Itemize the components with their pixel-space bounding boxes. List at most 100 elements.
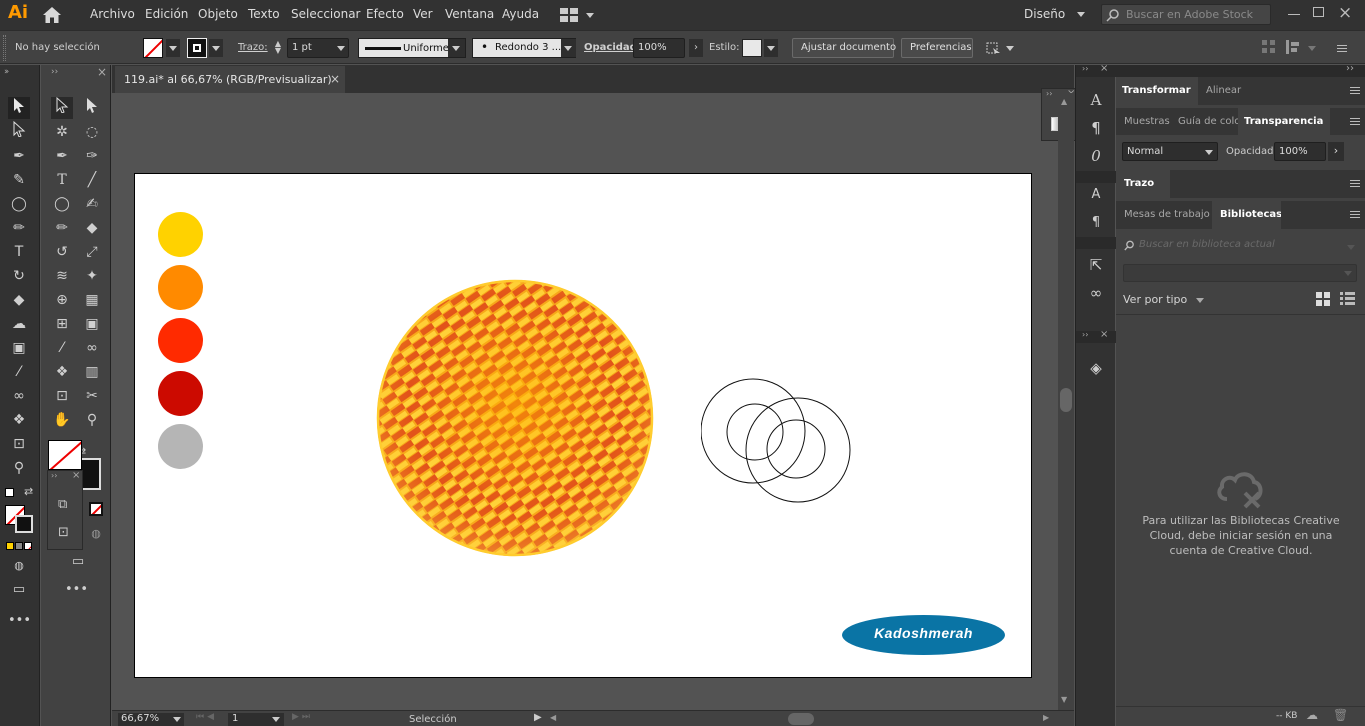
fit-document-button[interactable]: Ajustar documento: [792, 38, 896, 58]
links-icon[interactable]: ∞: [1086, 283, 1106, 303]
scroll-up-icon[interactable]: ▲: [1061, 97, 1067, 106]
vertical-scrollbar[interactable]: ▲ ▼: [1058, 93, 1074, 710]
width-tool-icon[interactable]: ≋: [51, 265, 73, 287]
pencil-tool-icon[interactable]: ✏: [51, 217, 73, 239]
close-icon[interactable]: ×: [1338, 3, 1352, 23]
blend-mode-select[interactable]: Normal: [1122, 142, 1218, 161]
stroke-stepper[interactable]: ▲ ▼: [272, 40, 284, 56]
swap-colors-icon[interactable]: ⇄: [24, 485, 33, 498]
fill-swatch[interactable]: [143, 38, 163, 58]
hand-tool-icon[interactable]: ✋: [51, 409, 73, 431]
swatch-circle-2[interactable]: [158, 265, 203, 310]
artboard-tool-icon[interactable]: ⊡: [8, 433, 30, 455]
grid-view-icon[interactable]: [1316, 292, 1331, 306]
chevron-right-icon[interactable]: ›: [689, 39, 703, 57]
close-icon[interactable]: ×: [97, 65, 107, 79]
chevron-right-icon[interactable]: ›: [1328, 142, 1344, 161]
align-icon[interactable]: [1262, 40, 1276, 54]
panel-menu-icon[interactable]: [1350, 87, 1360, 94]
draw-mode-icon[interactable]: ◍: [85, 523, 107, 545]
menu-select[interactable]: Seleccionar: [291, 7, 360, 21]
close-icon[interactable]: ×: [72, 470, 80, 481]
magic-wand-tool-icon[interactable]: ✲: [51, 121, 73, 143]
opentype-icon[interactable]: 0: [1086, 146, 1106, 166]
tab-color-guide[interactable]: Guía de colo: [1170, 108, 1238, 135]
perspective-grid-tool-icon[interactable]: ▦: [81, 289, 103, 311]
horizontal-scroll-thumb[interactable]: [788, 713, 814, 725]
style-dropdown[interactable]: [764, 39, 778, 57]
fill-dropdown[interactable]: [166, 39, 180, 57]
lasso-tool-icon[interactable]: ◌: [81, 121, 103, 143]
swatch-circle-1[interactable]: [158, 212, 203, 257]
status-menu-icon[interactable]: ▶: [534, 712, 542, 723]
stroke-swatch[interactable]: [187, 38, 207, 58]
expand-icon[interactable]: ››: [51, 471, 57, 480]
next-last-artboard-icon[interactable]: ▶⏭: [292, 712, 313, 722]
patterned-circle[interactable]: [375, 278, 655, 558]
arrange-documents-button[interactable]: [560, 8, 600, 22]
expand-icon[interactable]: ››: [1046, 89, 1052, 98]
direct-selection-tool-icon[interactable]: [81, 97, 103, 119]
selection-tool-icon[interactable]: [8, 97, 30, 119]
scroll-thumb[interactable]: [1060, 388, 1072, 412]
preferences-button[interactable]: Preferencias: [901, 38, 973, 58]
home-icon[interactable]: [42, 6, 62, 24]
warp-tool-icon[interactable]: ☁: [8, 313, 30, 335]
color-mode-icon[interactable]: [6, 542, 14, 550]
layers-icon[interactable]: ◈: [1086, 358, 1106, 378]
artboard-select[interactable]: 1: [228, 713, 284, 726]
tab-libraries[interactable]: Bibliotecas: [1212, 201, 1282, 229]
tab-align[interactable]: Alinear: [1198, 77, 1250, 105]
tab-swatches[interactable]: Muestras: [1116, 108, 1170, 135]
scroll-left-icon[interactable]: ◀: [550, 713, 556, 722]
cloud-sync-icon[interactable]: ☁: [1306, 708, 1318, 722]
rotate-tool-icon[interactable]: ↻: [8, 265, 30, 287]
opacity-field[interactable]: 100%: [633, 38, 685, 58]
paragraph-styles-icon[interactable]: ¶: [1086, 213, 1106, 233]
menu-icon[interactable]: [1337, 45, 1347, 52]
export-icon[interactable]: ⇱: [1086, 255, 1106, 275]
selection-tool-icon[interactable]: [51, 96, 73, 119]
stock-search-input[interactable]: Buscar en Adobe Stock: [1101, 4, 1271, 25]
swatch-circle-3[interactable]: [158, 318, 203, 363]
curvature-tool-icon[interactable]: ✎: [8, 169, 30, 191]
close-icon[interactable]: ×: [1100, 63, 1108, 74]
document-tab[interactable]: 119.ai* al 66,67% (RGB/Previsualizar) ×: [115, 66, 345, 93]
character-icon[interactable]: A: [1086, 90, 1106, 110]
add-anchor-tool-icon[interactable]: ✑: [81, 145, 103, 167]
paragraph-icon[interactable]: ¶: [1086, 118, 1106, 138]
blend-tool-icon[interactable]: ∞: [8, 385, 30, 407]
first-prev-artboard-icon[interactable]: ⏮◀: [196, 712, 217, 722]
zoom-tool-icon[interactable]: ⚲: [8, 457, 30, 479]
menu-type[interactable]: Texto: [248, 7, 280, 21]
workspace-switcher[interactable]: Diseño: [1024, 7, 1085, 21]
stroke-label[interactable]: Trazo:: [238, 42, 268, 53]
maximize-icon[interactable]: [1313, 7, 1324, 17]
chevron-down-icon[interactable]: [1308, 46, 1316, 51]
type-tool-icon[interactable]: T: [8, 241, 30, 263]
library-search-input[interactable]: Buscar en biblioteca actual: [1124, 237, 1358, 255]
eraser-tool-icon[interactable]: ◆: [81, 217, 103, 239]
menu-view[interactable]: Ver: [413, 7, 433, 21]
gradient-tool-icon[interactable]: ▣: [8, 337, 30, 359]
screen-mode-icon[interactable]: ▭: [67, 551, 89, 573]
pencil-tool-icon[interactable]: ✏: [8, 217, 30, 239]
panel-menu-icon[interactable]: [1350, 211, 1360, 218]
minimize-icon[interactable]: [1288, 14, 1300, 15]
stroke-dropdown[interactable]: [209, 39, 223, 57]
more-tools-icon[interactable]: •••: [8, 610, 31, 632]
chevron-down-icon[interactable]: [1006, 46, 1014, 51]
swatch-circle-5[interactable]: [158, 424, 203, 469]
character-styles-icon[interactable]: A: [1086, 185, 1106, 205]
distribute-icon[interactable]: [1286, 40, 1302, 54]
chevron-down-icon[interactable]: [1347, 245, 1355, 250]
column-graph-tool-icon[interactable]: ▥: [81, 361, 103, 383]
panel-menu-icon[interactable]: [1350, 118, 1360, 125]
close-tab-icon[interactable]: ×: [330, 72, 340, 86]
zoom-select[interactable]: 66,67%: [118, 713, 184, 726]
expand-icon[interactable]: ››: [4, 67, 9, 77]
menu-object[interactable]: Objeto: [198, 7, 238, 21]
ellipse-tool-icon[interactable]: ◯: [8, 193, 30, 215]
brush-dropdown[interactable]: [561, 39, 576, 57]
artboard-tool-icon[interactable]: ⊡: [51, 385, 73, 407]
